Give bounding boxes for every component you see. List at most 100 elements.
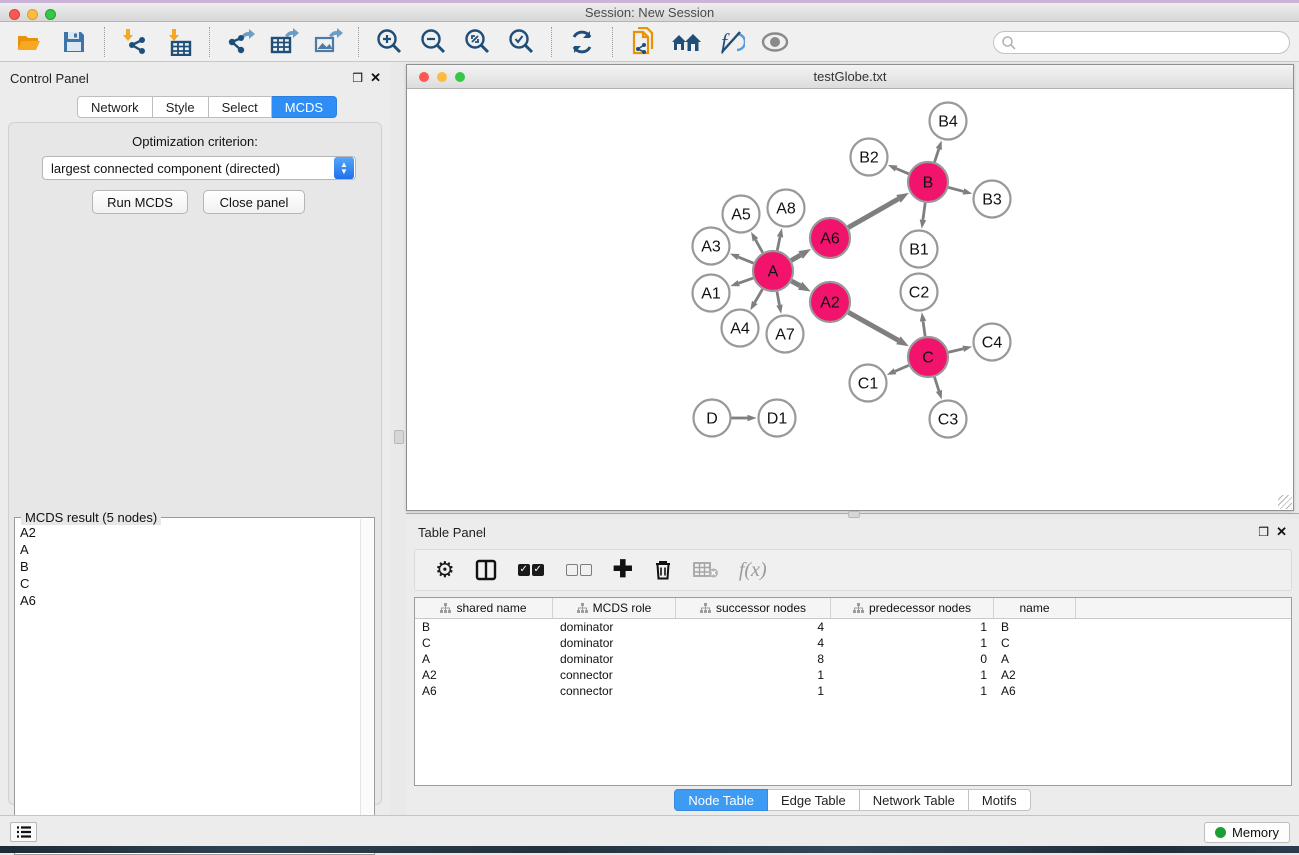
table-cell[interactable]: connector: [553, 668, 676, 682]
result-scrollbar[interactable]: [360, 519, 373, 853]
tab-network[interactable]: Network: [77, 96, 153, 118]
graph-node-C2[interactable]: C2: [901, 274, 938, 311]
graph-node-A5[interactable]: A5: [723, 196, 760, 233]
graph-node-C3[interactable]: C3: [930, 401, 967, 438]
tab-node-table[interactable]: Node Table: [674, 789, 768, 811]
hide-graphics-details-icon[interactable]: f: [713, 26, 749, 58]
edge-A-A4[interactable]: [755, 289, 763, 302]
show-network-overview-icon[interactable]: [669, 26, 705, 58]
edge-A-A1[interactable]: [739, 278, 753, 283]
column-header-predecessor-nodes[interactable]: predecessor nodes: [831, 598, 994, 618]
table-cell[interactable]: dominator: [553, 636, 676, 650]
graph-node-C[interactable]: C: [908, 337, 948, 377]
show-all-columns-icon[interactable]: ✓✓: [517, 555, 545, 585]
edge-B-B1[interactable]: [923, 203, 925, 220]
close-panel-icon[interactable]: ✕: [370, 71, 381, 85]
graph-node-A6[interactable]: A6: [810, 218, 850, 258]
horizontal-splitter-handle[interactable]: [848, 511, 860, 518]
function-builder-icon[interactable]: f(x): [739, 555, 767, 585]
edge-A-A5[interactable]: [755, 240, 762, 253]
open-session-icon[interactable]: [12, 26, 48, 58]
edge-A-A6[interactable]: [791, 255, 800, 260]
zoom-selected-icon[interactable]: [503, 26, 539, 58]
table-cell[interactable]: 1: [676, 668, 831, 682]
show-hide-panel-eye-icon[interactable]: [757, 26, 793, 58]
memory-button[interactable]: Memory: [1204, 822, 1290, 843]
table-settings-icon[interactable]: ⚙: [435, 555, 455, 585]
table-cell[interactable]: dominator: [553, 652, 676, 666]
edge-A-A2[interactable]: [791, 281, 800, 286]
node-table[interactable]: shared nameMCDS rolesuccessor nodesprede…: [414, 597, 1292, 786]
table-cell[interactable]: 1: [831, 684, 994, 698]
table-cell[interactable]: A: [994, 652, 1076, 666]
column-header-successor-nodes[interactable]: successor nodes: [676, 598, 831, 618]
close-table-panel-icon[interactable]: ✕: [1276, 525, 1287, 539]
edge-C-C4[interactable]: [948, 349, 963, 352]
delete-row-trash-icon[interactable]: [653, 555, 673, 585]
optimization-criterion-dropdown[interactable]: largest connected component (directed) ▲…: [42, 156, 356, 180]
table-row[interactable]: Bdominator41B: [415, 619, 1291, 635]
column-header-shared-name[interactable]: shared name: [415, 598, 553, 618]
export-table-icon[interactable]: [266, 26, 302, 58]
table-cell[interactable]: A2: [994, 668, 1076, 682]
float-table-panel-icon[interactable]: ❒: [1258, 525, 1269, 539]
table-row[interactable]: A2connector11A2: [415, 667, 1291, 683]
window-resize-grip[interactable]: [1278, 495, 1292, 509]
graph-node-A3[interactable]: A3: [693, 228, 730, 265]
zoom-in-icon[interactable]: [371, 26, 407, 58]
table-cell[interactable]: dominator: [553, 620, 676, 634]
mcds-result-list[interactable]: A2ABCA6: [16, 524, 360, 853]
graph-node-B[interactable]: B: [908, 162, 948, 202]
table-cell[interactable]: 4: [676, 620, 831, 634]
graph-node-B2[interactable]: B2: [851, 139, 888, 176]
zoom-out-icon[interactable]: [415, 26, 451, 58]
result-item[interactable]: A6: [16, 592, 360, 609]
table-row[interactable]: Adominator80A: [415, 651, 1291, 667]
table-cell[interactable]: A2: [415, 668, 553, 682]
network-graph[interactable]: B4B2BB3A8A5A6A3B1AC2A1A2A4A7C4CC1C3DD1: [407, 89, 1293, 510]
table-cell[interactable]: 1: [676, 684, 831, 698]
new-network-icon[interactable]: [625, 26, 661, 58]
save-session-icon[interactable]: [56, 26, 92, 58]
table-cell[interactable]: 1: [831, 620, 994, 634]
graph-node-A4[interactable]: A4: [722, 310, 759, 347]
horizontal-splitter[interactable]: [406, 511, 1299, 519]
close-panel-button[interactable]: Close panel: [203, 190, 305, 214]
table-cell[interactable]: B: [994, 620, 1076, 634]
tab-network-table[interactable]: Network Table: [860, 789, 969, 811]
table-cell[interactable]: B: [415, 620, 553, 634]
edge-C-C3[interactable]: [934, 377, 938, 391]
graph-node-B1[interactable]: B1: [901, 231, 938, 268]
import-table-from-file-icon[interactable]: [161, 26, 197, 58]
edge-A-A8[interactable]: [777, 237, 780, 251]
graph-node-A8[interactable]: A8: [768, 190, 805, 227]
graph-node-C1[interactable]: C1: [850, 365, 887, 402]
float-panel-icon[interactable]: ❒: [352, 71, 363, 85]
table-cell[interactable]: C: [415, 636, 553, 650]
table-cell[interactable]: 1: [831, 636, 994, 650]
table-cell[interactable]: 1: [831, 668, 994, 682]
import-network-from-file-icon[interactable]: [117, 26, 153, 58]
zoom-fit-icon[interactable]: [459, 26, 495, 58]
edge-B-B4[interactable]: [935, 149, 939, 162]
result-item[interactable]: C: [16, 575, 360, 592]
tab-mcds[interactable]: MCDS: [272, 96, 337, 118]
graph-node-A[interactable]: A: [753, 251, 793, 291]
delete-table-icon[interactable]: [693, 555, 719, 585]
table-cell[interactable]: connector: [553, 684, 676, 698]
export-network-icon[interactable]: [222, 26, 258, 58]
table-row[interactable]: Cdominator41C: [415, 635, 1291, 651]
tab-edge-table[interactable]: Edge Table: [768, 789, 860, 811]
graph-node-A2[interactable]: A2: [810, 282, 850, 322]
edge-B-B3[interactable]: [948, 187, 963, 191]
edge-A6-B[interactable]: [848, 199, 898, 228]
table-cell[interactable]: 4: [676, 636, 831, 650]
result-item[interactable]: A2: [16, 524, 360, 541]
edge-A2-C[interactable]: [848, 312, 898, 340]
tab-style[interactable]: Style: [153, 96, 209, 118]
column-layout-icon[interactable]: [475, 555, 497, 585]
column-header-name[interactable]: name: [994, 598, 1076, 618]
add-row-icon[interactable]: ✚: [613, 555, 633, 585]
edge-C-C1[interactable]: [895, 365, 909, 371]
edge-A-A7[interactable]: [777, 292, 780, 305]
